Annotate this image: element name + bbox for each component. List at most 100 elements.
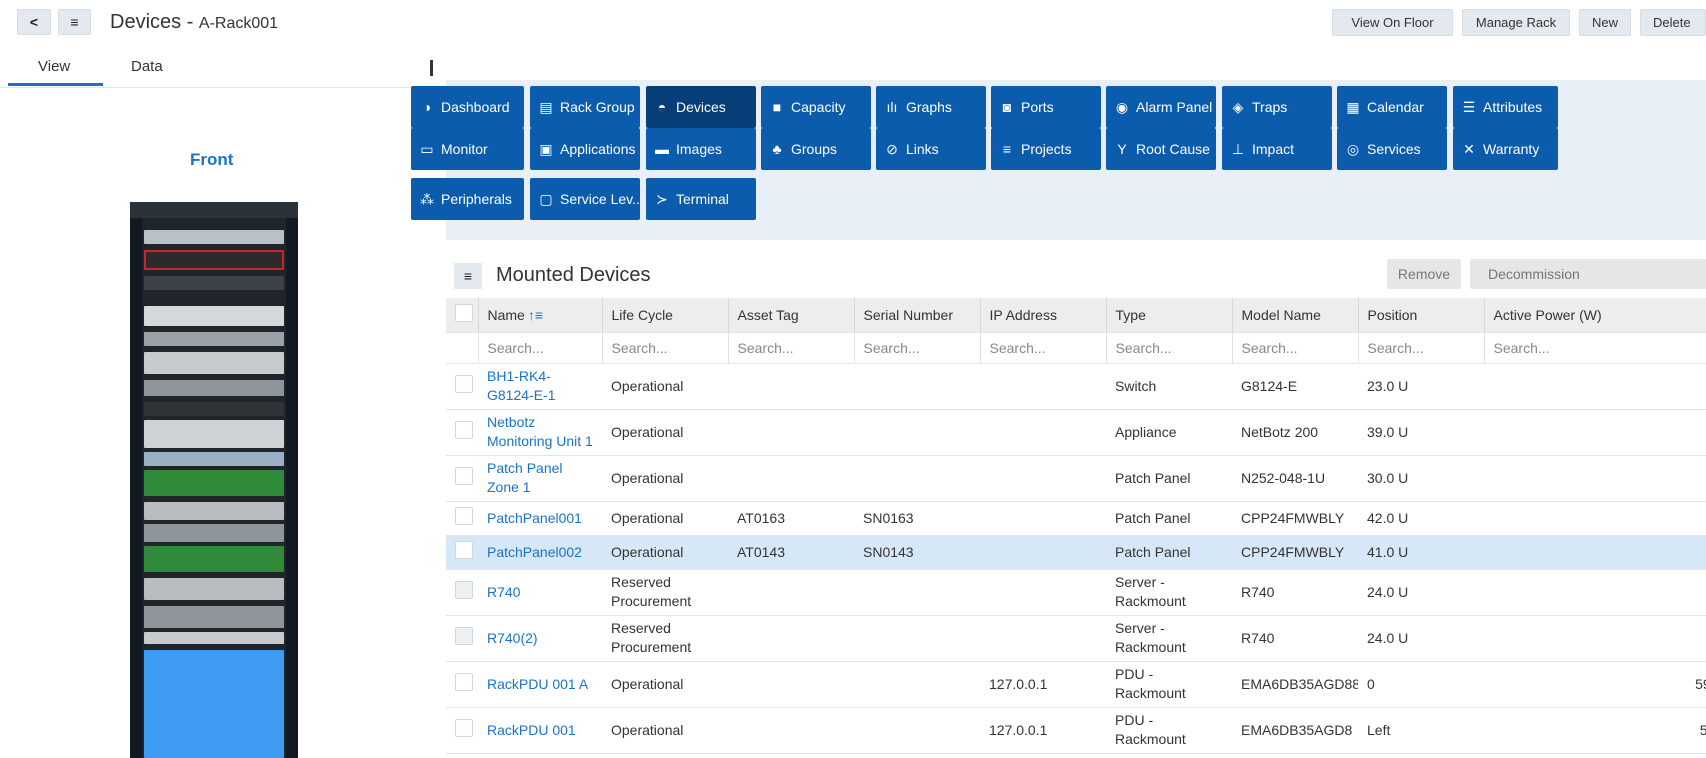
- module-button-monitor[interactable]: ▭ Monitor: [411, 128, 524, 170]
- column-header-model-name[interactable]: Model Name: [1232, 298, 1359, 333]
- row-checkbox[interactable]: [455, 672, 473, 691]
- row-checkbox[interactable]: [455, 420, 473, 439]
- module-button-graphs[interactable]: ılı Graphs: [876, 86, 986, 128]
- module-button-warranty[interactable]: ✕ Warranty: [1453, 128, 1558, 170]
- table-row[interactable]: Netbotz Monitoring Unit 1 Operational Appl…: [446, 409, 1706, 456]
- column-header-serial-number[interactable]: Serial Number: [854, 298, 981, 333]
- rack-unit-appliance[interactable]: [144, 276, 284, 290]
- rack-unit-server-e[interactable]: [144, 578, 284, 600]
- select-all-checkbox[interactable]: [455, 304, 473, 323]
- module-button-service-lev[interactable]: ▢ Service Lev...: [530, 178, 640, 220]
- search-input-life-cycle[interactable]: [611, 339, 719, 356]
- rack-unit-netbotz[interactable]: [144, 306, 284, 326]
- module-button-root-cause[interactable]: Y Root Cause: [1106, 128, 1216, 170]
- delete-button[interactable]: Delete: [1640, 9, 1706, 36]
- module-button-terminal[interactable]: ≻ Terminal: [646, 178, 756, 220]
- column-header-asset-tag[interactable]: Asset Tag: [728, 298, 855, 333]
- column-header-ip-address[interactable]: IP Address: [980, 298, 1107, 333]
- rack-unit-storage-b[interactable]: [144, 546, 284, 572]
- rack-unit-blade-chassis[interactable]: [144, 650, 284, 758]
- column-header-position[interactable]: Position: [1358, 298, 1485, 333]
- decommission-button[interactable]: Decommission: [1470, 259, 1706, 289]
- table-row[interactable]: Patch Panel Zone 1 Operational Patch Panel…: [446, 455, 1706, 502]
- cell-name[interactable]: RackPDU 001 A: [478, 661, 602, 708]
- row-checkbox[interactable]: [455, 540, 473, 559]
- table-row[interactable]: PatchPanel002 Operational AT0143 SN0143 Patc…: [446, 535, 1706, 570]
- back-button[interactable]: <: [17, 9, 51, 35]
- row-checkbox[interactable]: [455, 506, 473, 525]
- rack-unit-storage-a[interactable]: [144, 470, 284, 496]
- cell-name[interactable]: BH1-RK4-G8124-E-1: [478, 363, 602, 410]
- rack-unit-server-g[interactable]: [144, 632, 284, 644]
- manage-rack-button[interactable]: Manage Rack: [1462, 9, 1570, 36]
- row-checkbox[interactable]: [455, 466, 473, 485]
- search-input-active-power-w[interactable]: [1493, 339, 1706, 356]
- cell-name[interactable]: PatchPanel001: [478, 501, 602, 536]
- row-checkbox[interactable]: [455, 580, 473, 599]
- module-button-calendar[interactable]: ▦ Calendar: [1337, 86, 1447, 128]
- module-button-peripherals[interactable]: ⁂ Peripherals: [411, 178, 524, 220]
- rack-unit-patch-panel-zone[interactable]: [144, 452, 284, 466]
- row-checkbox[interactable]: [455, 626, 473, 645]
- rack-unit-server-b[interactable]: [144, 380, 284, 396]
- module-button-applications[interactable]: ▣ Applications: [530, 128, 640, 170]
- module-button-impact[interactable]: ⊥ Impact: [1222, 128, 1332, 170]
- rack-unit-server-f[interactable]: [144, 606, 284, 628]
- search-input-asset-tag[interactable]: [737, 339, 845, 356]
- search-input-ip-address[interactable]: [989, 339, 1097, 356]
- cell-name[interactable]: Patch Panel Zone 1: [478, 455, 602, 502]
- table-row[interactable]: RackPDU 001 Operational 127.0.0.1 PDU - Rac…: [446, 707, 1706, 754]
- row-checkbox[interactable]: [455, 718, 473, 737]
- table-row[interactable]: R740 Reserved Procurement Server - Rackmou…: [446, 569, 1706, 616]
- new-button[interactable]: New: [1579, 9, 1631, 36]
- rack-unit-patch-panel-001[interactable]: [144, 230, 284, 244]
- rack-unit-server-c[interactable]: [144, 502, 284, 520]
- column-header-type[interactable]: Type: [1106, 298, 1233, 333]
- menu-button[interactable]: ≡: [58, 9, 91, 35]
- remove-button[interactable]: Remove: [1387, 259, 1461, 289]
- module-button-images[interactable]: ▬ Images: [646, 128, 756, 170]
- row-checkbox[interactable]: [455, 374, 473, 393]
- module-button-links[interactable]: ⊘ Links: [876, 128, 986, 170]
- cell-name[interactable]: PatchPanel002: [478, 535, 602, 570]
- rack-unit-r740[interactable]: [144, 420, 284, 448]
- module-button-alarm-panel[interactable]: ◉ Alarm Panel: [1106, 86, 1216, 128]
- search-input-serial-number[interactable]: [863, 339, 971, 356]
- module-button-traps[interactable]: ◈ Traps: [1222, 86, 1332, 128]
- cell-name[interactable]: R740: [478, 569, 602, 616]
- search-input-position[interactable]: [1367, 339, 1475, 356]
- module-button-attributes[interactable]: ☰ Attributes: [1453, 86, 1558, 128]
- search-input-model-name[interactable]: [1241, 339, 1349, 356]
- module-button-dashboard[interactable]: ◑ Dashboard: [411, 86, 524, 128]
- module-button-services[interactable]: ◎ Services: [1337, 128, 1447, 170]
- table-row[interactable]: BH1-RK4-G8124-E-1 Operational Switch G8124-…: [446, 363, 1706, 410]
- table-row[interactable]: PatchPanel001 Operational AT0163 SN0163 Patc…: [446, 501, 1706, 536]
- search-input-type[interactable]: [1115, 339, 1223, 356]
- rack-unit-switch[interactable]: [144, 332, 284, 346]
- module-button-rack-group[interactable]: ▤ Rack Group: [530, 86, 640, 128]
- rack-unit-patch-panel-002[interactable]: [144, 250, 284, 270]
- column-header-name[interactable]: Name ↑≡: [478, 298, 603, 333]
- view-on-floor-button[interactable]: View On Floor: [1332, 9, 1453, 36]
- cell-name[interactable]: R740(2): [478, 615, 602, 662]
- module-button-capacity[interactable]: ■ Capacity: [761, 86, 871, 128]
- module-button-projects[interactable]: ≡ Projects: [991, 128, 1101, 170]
- module-button-devices[interactable]: ◓ Devices: [646, 86, 756, 128]
- cell-name[interactable]: RackPDU 001: [478, 707, 602, 754]
- cell-name[interactable]: Netbotz Monitoring Unit 1: [478, 409, 602, 456]
- search-cell: [1106, 332, 1233, 364]
- column-header-active-power-w[interactable]: Active Power (W): [1484, 298, 1706, 333]
- tab-view[interactable]: View: [38, 58, 70, 75]
- sort-ascending-icon[interactable]: ↑≡: [528, 307, 543, 323]
- module-button-groups[interactable]: ♣ Groups: [761, 128, 871, 170]
- module-button-ports[interactable]: ◙ Ports: [991, 86, 1101, 128]
- search-input-name[interactable]: [487, 339, 593, 356]
- rack-unit-server-d[interactable]: [144, 524, 284, 542]
- mounted-devices-menu-button[interactable]: ≡: [454, 263, 482, 289]
- table-row[interactable]: RackPDU 001 A Operational 127.0.0.1 PDU - R…: [446, 661, 1706, 708]
- rack-unit-server-a[interactable]: [144, 352, 284, 374]
- tab-data[interactable]: Data: [131, 58, 163, 75]
- table-row[interactable]: R740(2) Reserved Procurement Server - Rack…: [446, 615, 1706, 662]
- panel-collapse-handle[interactable]: [430, 60, 433, 76]
- column-header-life-cycle[interactable]: Life Cycle: [602, 298, 729, 333]
